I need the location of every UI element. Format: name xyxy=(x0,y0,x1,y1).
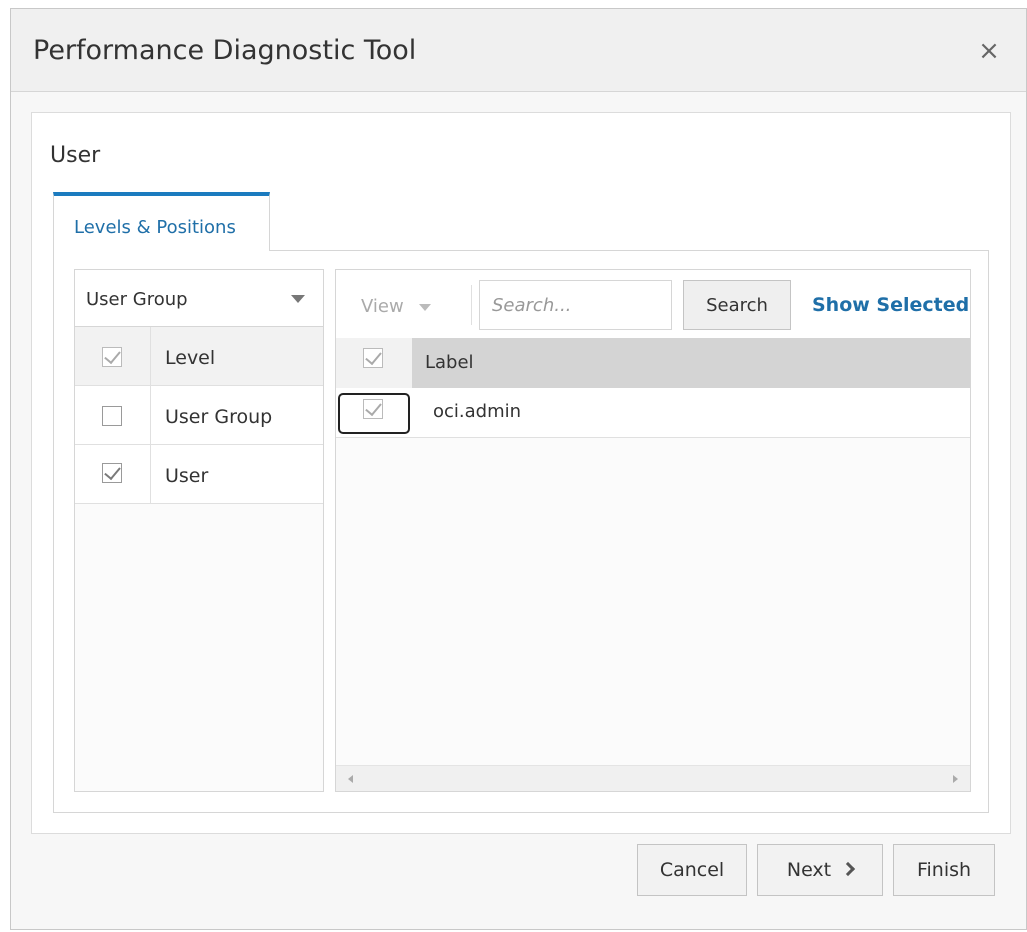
level-list-item-label: User xyxy=(165,465,209,487)
checkbox-cell xyxy=(75,386,151,444)
member-grid-panel: View Search Show Selected Label xyxy=(335,269,971,792)
chevron-down-icon xyxy=(291,295,305,303)
header-checkbox-cell xyxy=(75,327,151,385)
table-row[interactable]: oci.admin xyxy=(336,388,970,438)
search-button[interactable]: Search xyxy=(683,280,791,330)
grid-toolbar: View Search Show Selected xyxy=(336,270,970,338)
row-checkbox[interactable] xyxy=(363,399,383,419)
show-selected-link[interactable]: Show Selected xyxy=(812,294,969,316)
close-icon[interactable]: × xyxy=(974,36,1004,66)
horizontal-scrollbar[interactable] xyxy=(336,765,970,791)
level-select[interactable]: User Group xyxy=(75,270,323,327)
tab-label: Levels & Positions xyxy=(74,217,236,238)
header-checkbox-cell xyxy=(336,338,412,388)
section-title: User xyxy=(50,143,101,168)
next-button[interactable]: Next xyxy=(757,844,883,896)
tab-body: User Group Level User Group User View Se… xyxy=(53,250,989,813)
row-label: oci.admin xyxy=(433,401,522,422)
view-menu[interactable]: View xyxy=(361,296,404,317)
tab-connector xyxy=(54,249,269,252)
checkbox-cell xyxy=(75,445,151,503)
scroll-left-icon[interactable] xyxy=(348,775,353,783)
cancel-button[interactable]: Cancel xyxy=(637,844,747,896)
cancel-label: Cancel xyxy=(659,859,725,881)
next-label: Next xyxy=(786,859,832,881)
tab-levels-positions[interactable]: Levels & Positions xyxy=(53,192,270,250)
performance-diagnostic-dialog: Performance Diagnostic Tool × User Level… xyxy=(10,8,1027,930)
content-panel: User Levels & Positions User Group Level xyxy=(31,112,1011,834)
search-input[interactable] xyxy=(479,280,672,330)
column-header-label: Label xyxy=(425,352,474,373)
chevron-down-icon xyxy=(419,304,431,311)
level-list-item-user[interactable]: User xyxy=(75,445,323,504)
level-list-item-label: User Group xyxy=(165,406,273,428)
level-list-item-user-group[interactable]: User Group xyxy=(75,386,323,445)
dialog-header: Performance Diagnostic Tool × xyxy=(11,9,1026,92)
select-all-checkbox[interactable] xyxy=(363,348,383,368)
select-all-checkbox[interactable] xyxy=(102,347,122,367)
chevron-right-icon xyxy=(841,861,856,877)
grid-header: Label xyxy=(336,338,970,388)
level-list-panel: User Group Level User Group User xyxy=(74,269,324,792)
user-group-checkbox[interactable] xyxy=(102,406,122,426)
level-select-value: User Group xyxy=(86,289,188,310)
finish-label: Finish xyxy=(916,859,972,881)
toolbar-divider xyxy=(471,285,472,325)
scroll-right-icon[interactable] xyxy=(953,775,958,783)
user-checkbox[interactable] xyxy=(102,463,122,483)
dialog-title: Performance Diagnostic Tool xyxy=(33,35,417,66)
finish-button[interactable]: Finish xyxy=(893,844,995,896)
level-list-header: Level xyxy=(75,327,323,386)
level-list-header-label: Level xyxy=(165,347,216,369)
